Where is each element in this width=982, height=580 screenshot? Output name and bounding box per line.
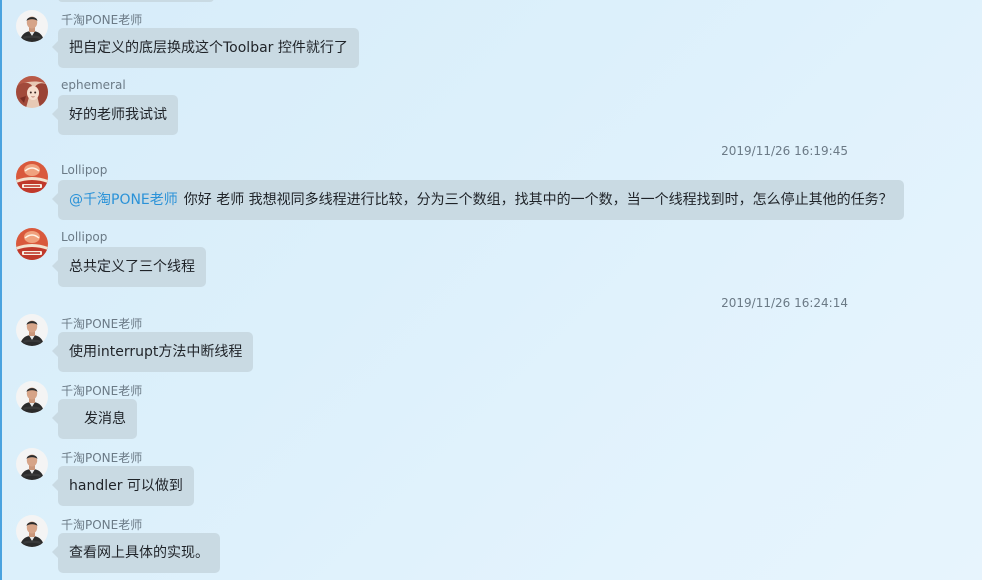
sender-name: 千淘PONE老师 <box>61 384 143 398</box>
sender-name: 千淘PONE老师 <box>61 13 143 27</box>
mention-link[interactable]: @千淘PONE老师 <box>69 192 178 208</box>
message-text: 把自定义的底层换成这个Toolbar 控件就行了 <box>69 40 348 56</box>
message-bubble[interactable]: 总共定义了三个线程 <box>52 247 206 287</box>
lollipop-avatar-icon[interactable] <box>16 228 48 260</box>
message-text: 好的老师我试试 <box>69 107 167 123</box>
message-text: 查看网上具体的实现。 <box>69 545 209 561</box>
teacher-avatar-icon[interactable] <box>16 515 48 547</box>
sender-name: Lollipop <box>61 230 108 244</box>
teacher-avatar-icon[interactable] <box>16 314 48 346</box>
message-text: 总共定义了三个线程 <box>69 259 195 275</box>
message-text: 使用interrupt方法中断线程 <box>69 344 243 360</box>
previous-message-bubble <box>58 0 214 2</box>
message-bubble[interactable]: 发消息 <box>52 399 137 439</box>
message-bubble[interactable]: handler 可以做到 <box>52 466 194 506</box>
message-bubble[interactable]: 使用interrupt方法中断线程 <box>51 332 254 372</box>
message-bubble[interactable]: 把自定义的底层换成这个Toolbar 控件就行了 <box>52 28 359 68</box>
sender-name: 千淘PONE老师 <box>61 317 143 331</box>
message-bubble[interactable]: 好的老师我试试 <box>52 95 178 135</box>
sender-name: 千淘PONE老师 <box>61 518 143 532</box>
message-bubble[interactable]: 查看网上具体的实现。 <box>52 533 220 573</box>
teacher-avatar-icon[interactable] <box>16 381 48 413</box>
sender-name: Lollipop <box>61 163 108 177</box>
teacher-avatar-icon[interactable] <box>16 448 48 480</box>
timestamp: 2019/11/26 16:19:45 <box>721 144 848 158</box>
sender-name: 千淘PONE老师 <box>61 451 143 465</box>
teacher-avatar-icon[interactable] <box>16 10 48 42</box>
message-text: handler 可以做到 <box>69 478 183 494</box>
message-bubble[interactable]: @千淘PONE老师 你好 老师 我想视同多线程进行比较，分为三个数组，找其中的一个… <box>52 180 904 220</box>
message-text: 你好 老师 我想视同多线程进行比较，分为三个数组，找其中的一个数，当一个线程找到… <box>183 192 893 208</box>
lollipop-avatar-icon[interactable] <box>16 161 48 193</box>
message-text: 发消息 <box>84 411 126 427</box>
timestamp: 2019/11/26 16:24:14 <box>721 296 848 310</box>
anime-girl-avatar-icon[interactable] <box>16 76 48 108</box>
sender-name: ephemeral <box>61 78 126 92</box>
